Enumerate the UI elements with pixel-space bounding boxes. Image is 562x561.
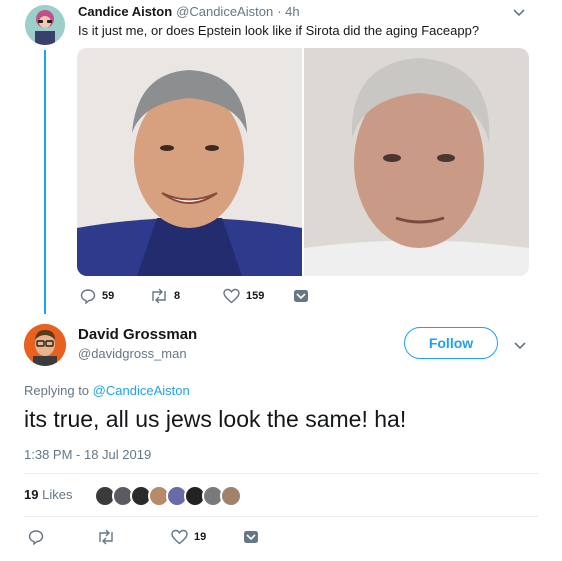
main-author-handle[interactable]: @davidgross_man bbox=[78, 346, 187, 361]
likes-count: 19 bbox=[24, 487, 39, 502]
parent-author-handle[interactable]: @CandiceAiston bbox=[176, 4, 273, 19]
follow-button[interactable]: Follow bbox=[404, 327, 498, 359]
main-reply-button[interactable] bbox=[28, 529, 44, 545]
main-retweet-button[interactable] bbox=[97, 529, 115, 545]
parent-timestamp[interactable]: · 4h bbox=[277, 4, 299, 19]
david-avatar[interactable] bbox=[24, 324, 66, 366]
dm-icon bbox=[294, 290, 308, 302]
parent-like-button[interactable]: 159 bbox=[223, 288, 264, 304]
media-image-right[interactable] bbox=[304, 48, 529, 276]
media-image-left[interactable] bbox=[77, 48, 302, 276]
retweet-icon bbox=[152, 288, 166, 304]
divider-top bbox=[24, 473, 538, 474]
likes-summary[interactable]: 19 Likes bbox=[24, 487, 72, 502]
main-tweet-text: its true, all us jews look the same! ha! bbox=[24, 406, 407, 432]
replying-to-label: Replying to bbox=[24, 383, 90, 398]
heart-icon bbox=[171, 529, 188, 545]
parent-more-chevron-icon[interactable] bbox=[513, 6, 525, 18]
retweet-icon bbox=[99, 529, 113, 545]
main-author-name[interactable]: David Grossman bbox=[78, 326, 197, 343]
parent-reply-count: 59 bbox=[102, 290, 115, 302]
main-dm-button[interactable] bbox=[243, 529, 259, 545]
main-like-count: 19 bbox=[194, 531, 207, 543]
liker-avatars[interactable] bbox=[94, 485, 242, 507]
parent-reply-button[interactable]: 59 bbox=[80, 288, 114, 304]
parent-retweet-button[interactable]: 8 bbox=[150, 288, 180, 304]
heart-icon bbox=[223, 288, 240, 304]
thread-connector-line bbox=[44, 50, 46, 314]
main-like-button[interactable]: 19 bbox=[171, 529, 206, 545]
main-timestamp[interactable]: 1:38 PM - 18 Jul 2019 bbox=[24, 447, 151, 462]
replying-to-link[interactable]: @CandiceAiston bbox=[93, 383, 190, 398]
candice-avatar[interactable] bbox=[25, 5, 65, 45]
parent-dm-button[interactable] bbox=[293, 288, 309, 304]
likes-label: Likes bbox=[42, 487, 73, 502]
reply-icon bbox=[80, 289, 96, 304]
divider-bottom bbox=[24, 516, 538, 517]
liker-avatar[interactable] bbox=[220, 485, 242, 507]
parent-tweet-text: Is it just me, or does Epstein look like… bbox=[78, 23, 480, 38]
parent-author-name[interactable]: Candice Aiston bbox=[78, 4, 172, 19]
main-more-chevron-icon[interactable] bbox=[514, 339, 526, 351]
parent-like-count: 159 bbox=[246, 290, 265, 302]
dm-icon bbox=[244, 531, 258, 543]
reply-icon bbox=[28, 530, 44, 545]
parent-media-grid[interactable] bbox=[77, 48, 529, 276]
parent-retweet-count: 8 bbox=[174, 290, 181, 302]
